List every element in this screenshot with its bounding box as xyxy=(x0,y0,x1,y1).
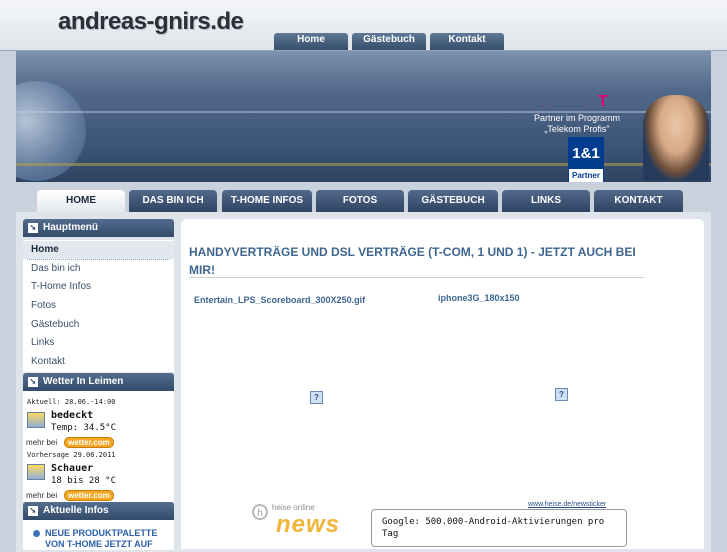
nav-tab-contact[interactable]: KONTAKT xyxy=(594,190,683,212)
arrow-icon: ➘ xyxy=(28,223,38,233)
weather-forecast-header: Vorhersage 29.06.2011 xyxy=(27,451,116,459)
infos-header: ➘ Aktuelle Infos xyxy=(23,502,174,520)
main-nav: HOME DAS BIN ICH T-HOME INFOS FOTOS GÄST… xyxy=(16,190,711,212)
heise-newsticker-link[interactable]: www.heise.de/newsticker xyxy=(528,501,606,508)
menu-item-photos[interactable]: Fotos xyxy=(23,297,174,315)
weather-widget: Aktuell: 28.06.-14:00 bedeckt Temp: 34.5… xyxy=(23,391,174,502)
weather-forecast-condition: Schauer xyxy=(51,463,94,474)
banner-stripe xyxy=(16,163,711,166)
arrow-icon: ➘ xyxy=(28,377,38,387)
nav-tab-photos[interactable]: FOTOS xyxy=(316,190,404,212)
weather-now-temp: Temp: 34.5°C xyxy=(51,423,117,433)
menu-item-about[interactable]: Das bin ich xyxy=(23,260,174,278)
partner-line-1: Partner im Programm xyxy=(533,113,621,123)
page-headline: HANDYVERTRÄGE UND DSL VERTRÄGE (T-COM, 1… xyxy=(189,245,636,277)
weather-now-condition: bedeckt xyxy=(51,410,94,421)
main-menu: Home Das bin ich T-Home Infos Fotos Gäst… xyxy=(23,240,174,372)
telekom-logo: T xyxy=(598,93,608,110)
bullet-icon xyxy=(33,530,40,537)
news-ticker-box[interactable]: Google: 500.000-Android-Aktivierungen pr… xyxy=(371,509,627,547)
weather-title: Wetter In Leimen xyxy=(43,376,124,387)
broken-image-icon[interactable]: ? xyxy=(310,391,323,404)
top-tab-home[interactable]: Home xyxy=(274,33,348,50)
main-menu-title: Hauptmenü xyxy=(43,222,98,233)
infos-item-link[interactable]: NEUE PRODUKTPALETTE VON T-HOME JETZT AUF xyxy=(45,528,170,550)
weather-now-header: Aktuell: 28.06.-14:00 xyxy=(27,398,116,406)
partner-text: Partner im Programm „Telekom Profis" xyxy=(522,113,632,135)
image-1-alt-text[interactable]: Entertain_LPS_Scoreboard_300X250.gif xyxy=(194,295,365,305)
image-2-alt-text[interactable]: iphone3G_180x150 xyxy=(438,293,520,303)
menu-item-contact[interactable]: Kontakt xyxy=(23,353,174,371)
weather-source-label-2: mehr bei xyxy=(26,491,58,500)
1und1-partner-logo: 1&1 Partner xyxy=(568,137,604,182)
heise-logo-icon: h xyxy=(252,504,268,520)
avatar-photo xyxy=(643,95,709,181)
menu-item-home[interactable]: Home xyxy=(23,241,174,259)
header-banner: · · · · · T Partner im Programm „Telekom… xyxy=(16,51,711,182)
nav-tab-about[interactable]: DAS BIN ICH xyxy=(129,190,217,212)
top-tab-contact[interactable]: Kontakt xyxy=(430,33,504,50)
top-tab-guestbook[interactable]: Gästebuch xyxy=(352,33,426,50)
arrow-icon: ➘ xyxy=(28,506,38,516)
broken-image-icon[interactable]: ? xyxy=(555,388,568,401)
telekom-dots: · · · · · xyxy=(541,101,587,112)
partner-line-2: „Telekom Profis" xyxy=(544,124,610,134)
weather-header: ➘ Wetter In Leimen xyxy=(23,373,174,391)
menu-item-guestbook[interactable]: Gästebuch xyxy=(23,316,174,334)
menu-item-thome-infos[interactable]: T-Home Infos xyxy=(23,278,174,296)
infos-list: NEUE PRODUKTPALETTE VON T-HOME JETZT AUF xyxy=(23,520,174,550)
nav-tab-links[interactable]: LINKS xyxy=(502,190,590,212)
menu-item-links[interactable]: Links xyxy=(23,334,174,352)
1und1-logo-mark: 1&1 xyxy=(569,138,603,169)
heise-news-logo: news xyxy=(276,511,341,538)
wetter-com-link[interactable]: wetter.com xyxy=(64,437,114,448)
weather-forecast-range: 18 bis 28 °C xyxy=(51,476,117,486)
globe-graphic xyxy=(16,81,86,181)
rain-icon xyxy=(27,464,45,480)
nav-tab-home[interactable]: HOME xyxy=(37,190,125,212)
infos-title: Aktuelle Infos xyxy=(43,505,109,516)
site-title[interactable]: andreas-gnirs.de xyxy=(58,8,244,36)
wetter-com-link-2[interactable]: wetter.com xyxy=(64,490,114,501)
headline-divider xyxy=(189,277,644,278)
nav-tab-thome-infos[interactable]: T-HOME INFOS xyxy=(222,190,312,212)
weather-source-label: mehr bei xyxy=(26,438,58,447)
1und1-logo-sub: Partner xyxy=(571,171,600,180)
main-menu-header: ➘ Hauptmenü xyxy=(23,219,174,237)
nav-tab-guestbook[interactable]: GÄSTEBUCH xyxy=(408,190,498,212)
cloud-icon xyxy=(27,412,45,428)
